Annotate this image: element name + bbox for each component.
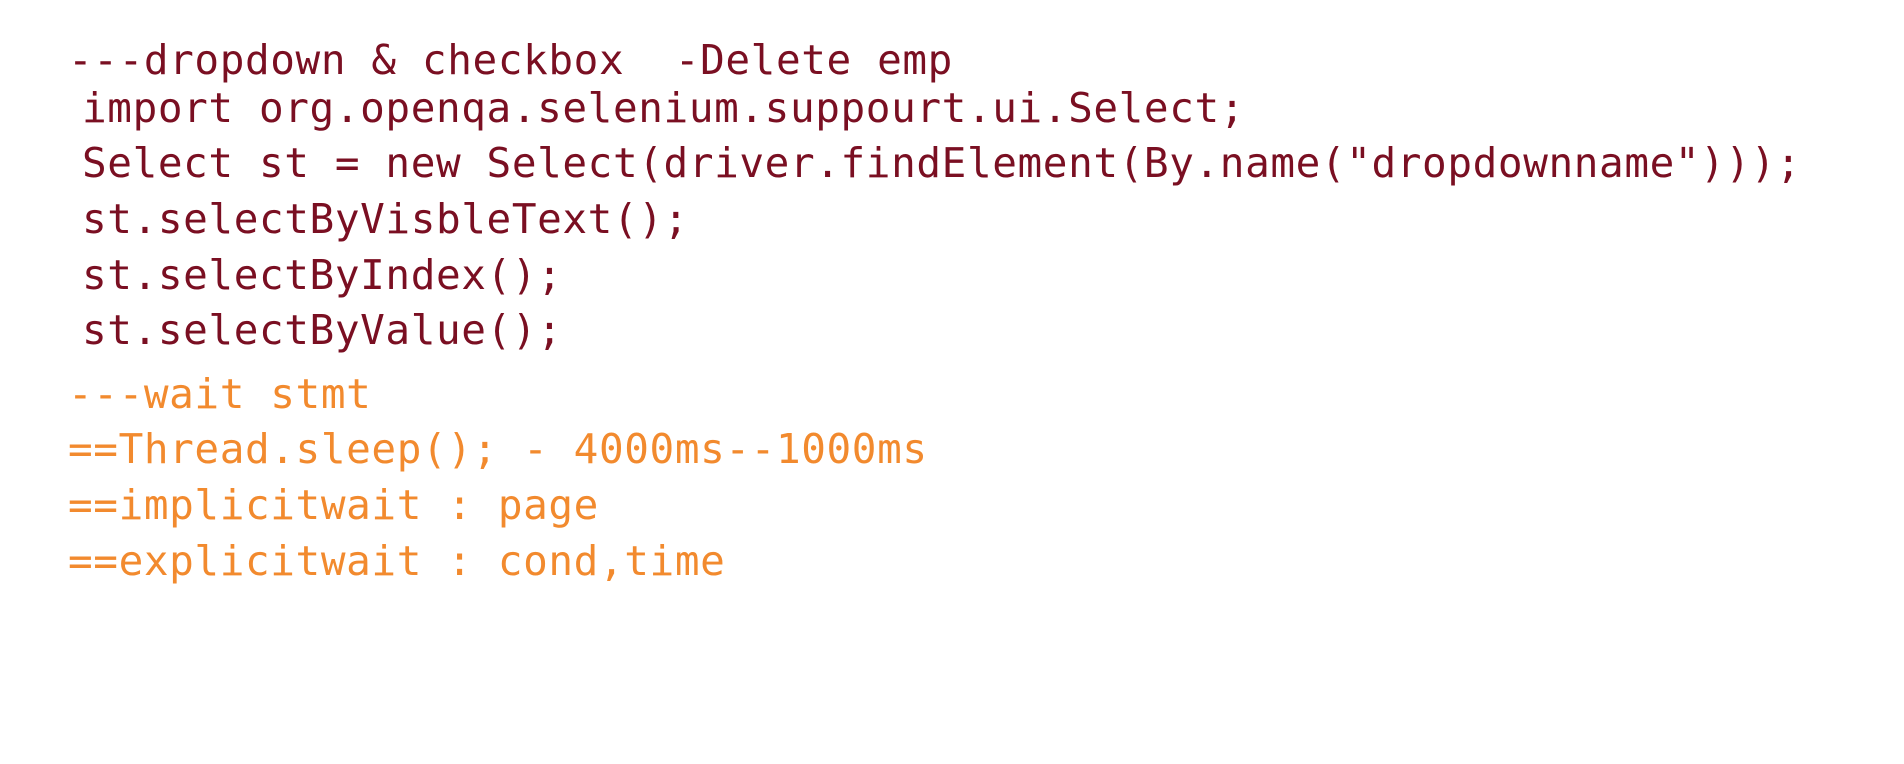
wait-section-heading: ---wait stmt [68, 370, 372, 418]
explicit-wait-line: ==explicitwait : cond,time [68, 537, 726, 585]
thread-sleep-line: ==Thread.sleep(); - 4000ms--1000ms [68, 425, 928, 473]
implicit-wait-line: ==implicitwait : page [68, 481, 599, 529]
select-by-index-line: st.selectByIndex(); [82, 251, 563, 299]
dropdown-section-heading: ---dropdown & checkbox -Delete emp [68, 36, 953, 84]
code-notes-document: ---dropdown & checkbox -Delete emp impor… [0, 0, 1904, 764]
select-by-value-line: st.selectByValue(); [82, 306, 563, 354]
select-declaration-line: Select st = new Select(driver.findElemen… [82, 139, 1802, 187]
select-by-visible-text-line: st.selectByVisbleText(); [82, 195, 689, 243]
import-select-line: import org.openqa.selenium.suppourt.ui.S… [82, 84, 1246, 132]
